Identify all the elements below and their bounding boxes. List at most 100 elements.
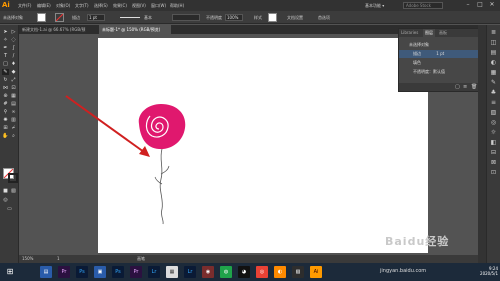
tab-libraries[interactable]: Libraries bbox=[399, 29, 420, 37]
menu-view[interactable]: 视图(V) bbox=[132, 2, 146, 9]
new-layer-icon[interactable]: ▢ bbox=[455, 84, 460, 90]
lightroom-alt-icon[interactable]: Lr bbox=[184, 266, 196, 278]
style-swatch[interactable] bbox=[268, 13, 277, 22]
rotate-tool-icon[interactable]: ↻ bbox=[2, 77, 9, 83]
column-graph-icon[interactable]: ▥ bbox=[10, 117, 17, 123]
zoom-tool-icon[interactable]: ⌕ bbox=[10, 133, 17, 139]
artboard-tool-icon[interactable]: ⊞ bbox=[2, 125, 9, 131]
magic-wand-icon[interactable]: ✧ bbox=[2, 37, 9, 43]
layer-row-opacity[interactable]: 不透明度：默认值 bbox=[399, 68, 481, 76]
variable-width-field[interactable] bbox=[172, 14, 200, 21]
line-tool-icon[interactable]: / bbox=[10, 53, 17, 59]
eyedropper-icon[interactable]: ⚲ bbox=[2, 109, 9, 115]
swatches-icon[interactable]: ▦ bbox=[489, 69, 498, 77]
menu-window[interactable]: 窗口(W) bbox=[151, 2, 166, 9]
explorer-icon[interactable]: ▣ bbox=[94, 266, 106, 278]
delete-icon[interactable]: 🗑 bbox=[471, 84, 477, 90]
symbols-icon[interactable]: ♣ bbox=[489, 89, 498, 97]
app-icon[interactable]: ▧ bbox=[292, 266, 304, 278]
chat-icon[interactable]: ◍ bbox=[220, 266, 232, 278]
pen-tool-icon[interactable]: ✒ bbox=[2, 45, 9, 51]
brush-preview[interactable] bbox=[120, 17, 140, 18]
premiere-icon[interactable]: Pr bbox=[58, 266, 70, 278]
tab-document-1[interactable]: 新建文档-1.ai @ 66.67% (RGB/预览) bbox=[19, 25, 91, 41]
color-mode-icon[interactable]: ■ bbox=[2, 188, 9, 194]
media-icon[interactable]: ◉ bbox=[202, 266, 214, 278]
zoom-level[interactable]: 150% bbox=[22, 255, 33, 263]
hand-tool-icon[interactable]: ✋ bbox=[2, 133, 9, 139]
qq-icon[interactable]: ◕ bbox=[238, 266, 250, 278]
pencil-tool-icon[interactable]: ✎ bbox=[2, 69, 9, 75]
blend-tool-icon[interactable]: ∞ bbox=[10, 109, 17, 115]
draw-mode-icon[interactable]: ◎ bbox=[2, 197, 9, 203]
curvature-tool-icon[interactable]: ∫ bbox=[10, 45, 17, 51]
firefox-icon[interactable]: ◐ bbox=[274, 266, 286, 278]
gradient-mode-icon[interactable]: ▧ bbox=[10, 188, 17, 194]
color-icon[interactable]: ◐ bbox=[489, 59, 498, 67]
width-tool-icon[interactable]: ⋈ bbox=[2, 85, 9, 91]
stroke-color-box[interactable] bbox=[8, 173, 18, 183]
photoshop-alt-icon[interactable]: Ps bbox=[112, 266, 124, 278]
close-icon[interactable]: ✕ bbox=[488, 1, 496, 9]
free-transform-icon[interactable]: ⊡ bbox=[10, 85, 17, 91]
fill-swatch[interactable] bbox=[37, 13, 46, 22]
layer-row-fill[interactable]: 填色 bbox=[399, 59, 481, 67]
layer-row-stroke[interactable]: 描边 1 pt bbox=[399, 50, 481, 58]
menu-help[interactable]: 帮助(H) bbox=[170, 2, 184, 9]
artboard-number[interactable]: 1 bbox=[57, 255, 60, 263]
menu-effect[interactable]: 效果(C) bbox=[113, 2, 127, 9]
perspective-grid-icon[interactable]: ▦ bbox=[10, 93, 17, 99]
transform-icon[interactable]: ⊡ bbox=[489, 169, 498, 177]
illustrator-icon[interactable]: Ai bbox=[310, 266, 322, 278]
document-setup-button[interactable]: 文档设置 bbox=[287, 14, 303, 21]
opacity-field[interactable]: 100% bbox=[225, 14, 243, 21]
stock-search-input[interactable]: Adobe Stock bbox=[403, 2, 443, 9]
align-icon[interactable]: ⊟ bbox=[489, 149, 498, 157]
scale-tool-icon[interactable]: ⤢ bbox=[10, 77, 17, 83]
maximize-icon[interactable]: □ bbox=[476, 1, 484, 9]
preferences-button[interactable]: 首选项 bbox=[318, 14, 330, 21]
shape-builder-icon[interactable]: ⊕ bbox=[2, 93, 9, 99]
gradient-tool-icon[interactable]: ▤ bbox=[10, 101, 17, 107]
paintbrush-tool-icon[interactable]: ♦ bbox=[10, 61, 17, 67]
menu-edit[interactable]: 编辑(E) bbox=[37, 2, 51, 9]
brushes-icon[interactable]: ✎ bbox=[489, 79, 498, 87]
lasso-icon[interactable]: ◌ bbox=[10, 37, 17, 43]
panel-menu-icon[interactable]: ≡ bbox=[463, 84, 467, 90]
pathfinder-icon[interactable]: ⊠ bbox=[489, 159, 498, 167]
premiere-alt-icon[interactable]: Pr bbox=[130, 266, 142, 278]
graphic-styles-icon[interactable]: ◧ bbox=[489, 139, 498, 147]
eraser-tool-icon[interactable]: ◆ bbox=[10, 69, 17, 75]
stroke-weight-field[interactable]: 1 pt bbox=[87, 14, 105, 21]
slice-tool-icon[interactable]: ⌿ bbox=[10, 125, 17, 131]
folder-icon[interactable]: ▤ bbox=[40, 266, 52, 278]
gradient-icon[interactable]: ▧ bbox=[489, 109, 498, 117]
lightroom-icon[interactable]: Lr bbox=[148, 266, 160, 278]
direct-selection-tool-icon[interactable]: ▷ bbox=[10, 29, 17, 35]
film-icon[interactable]: ▦ bbox=[166, 266, 178, 278]
menu-object[interactable]: 对象(O) bbox=[56, 2, 70, 9]
layer-row-none[interactable]: 未选择对象 bbox=[399, 41, 481, 49]
brush-label[interactable]: 基本 bbox=[144, 14, 152, 21]
rectangle-tool-icon[interactable]: □ bbox=[2, 61, 9, 67]
appearance-icon[interactable]: ☼ bbox=[489, 129, 498, 137]
tab-artboards[interactable]: 画板 bbox=[437, 29, 449, 37]
menu-file[interactable]: 文件(F) bbox=[18, 2, 31, 9]
type-tool-icon[interactable]: T bbox=[2, 53, 9, 59]
photoshop-icon[interactable]: Ps bbox=[76, 266, 88, 278]
windows-start-icon[interactable]: ⊞ bbox=[4, 266, 16, 278]
workspace-switcher[interactable]: 基本功能 ▾ bbox=[365, 2, 384, 9]
menu-select[interactable]: 选择(S) bbox=[94, 2, 108, 9]
menu-type[interactable]: 文字(T) bbox=[75, 2, 89, 9]
stroke-swatch[interactable] bbox=[55, 13, 64, 22]
properties-icon[interactable]: ≣ bbox=[489, 29, 498, 37]
screen-mode-icon[interactable]: ▭ bbox=[6, 206, 13, 212]
mesh-tool-icon[interactable]: # bbox=[2, 101, 9, 107]
symbol-sprayer-icon[interactable]: ✺ bbox=[2, 117, 9, 123]
libraries-icon[interactable]: ▤ bbox=[489, 49, 498, 57]
clock[interactable]: 9:24 2020/5/1 bbox=[468, 266, 498, 276]
minimize-icon[interactable]: – bbox=[464, 1, 472, 9]
rose-flower[interactable] bbox=[138, 104, 186, 150]
layers-icon[interactable]: ◫ bbox=[489, 39, 498, 47]
selection-tool-icon[interactable]: ➤ bbox=[2, 29, 9, 35]
